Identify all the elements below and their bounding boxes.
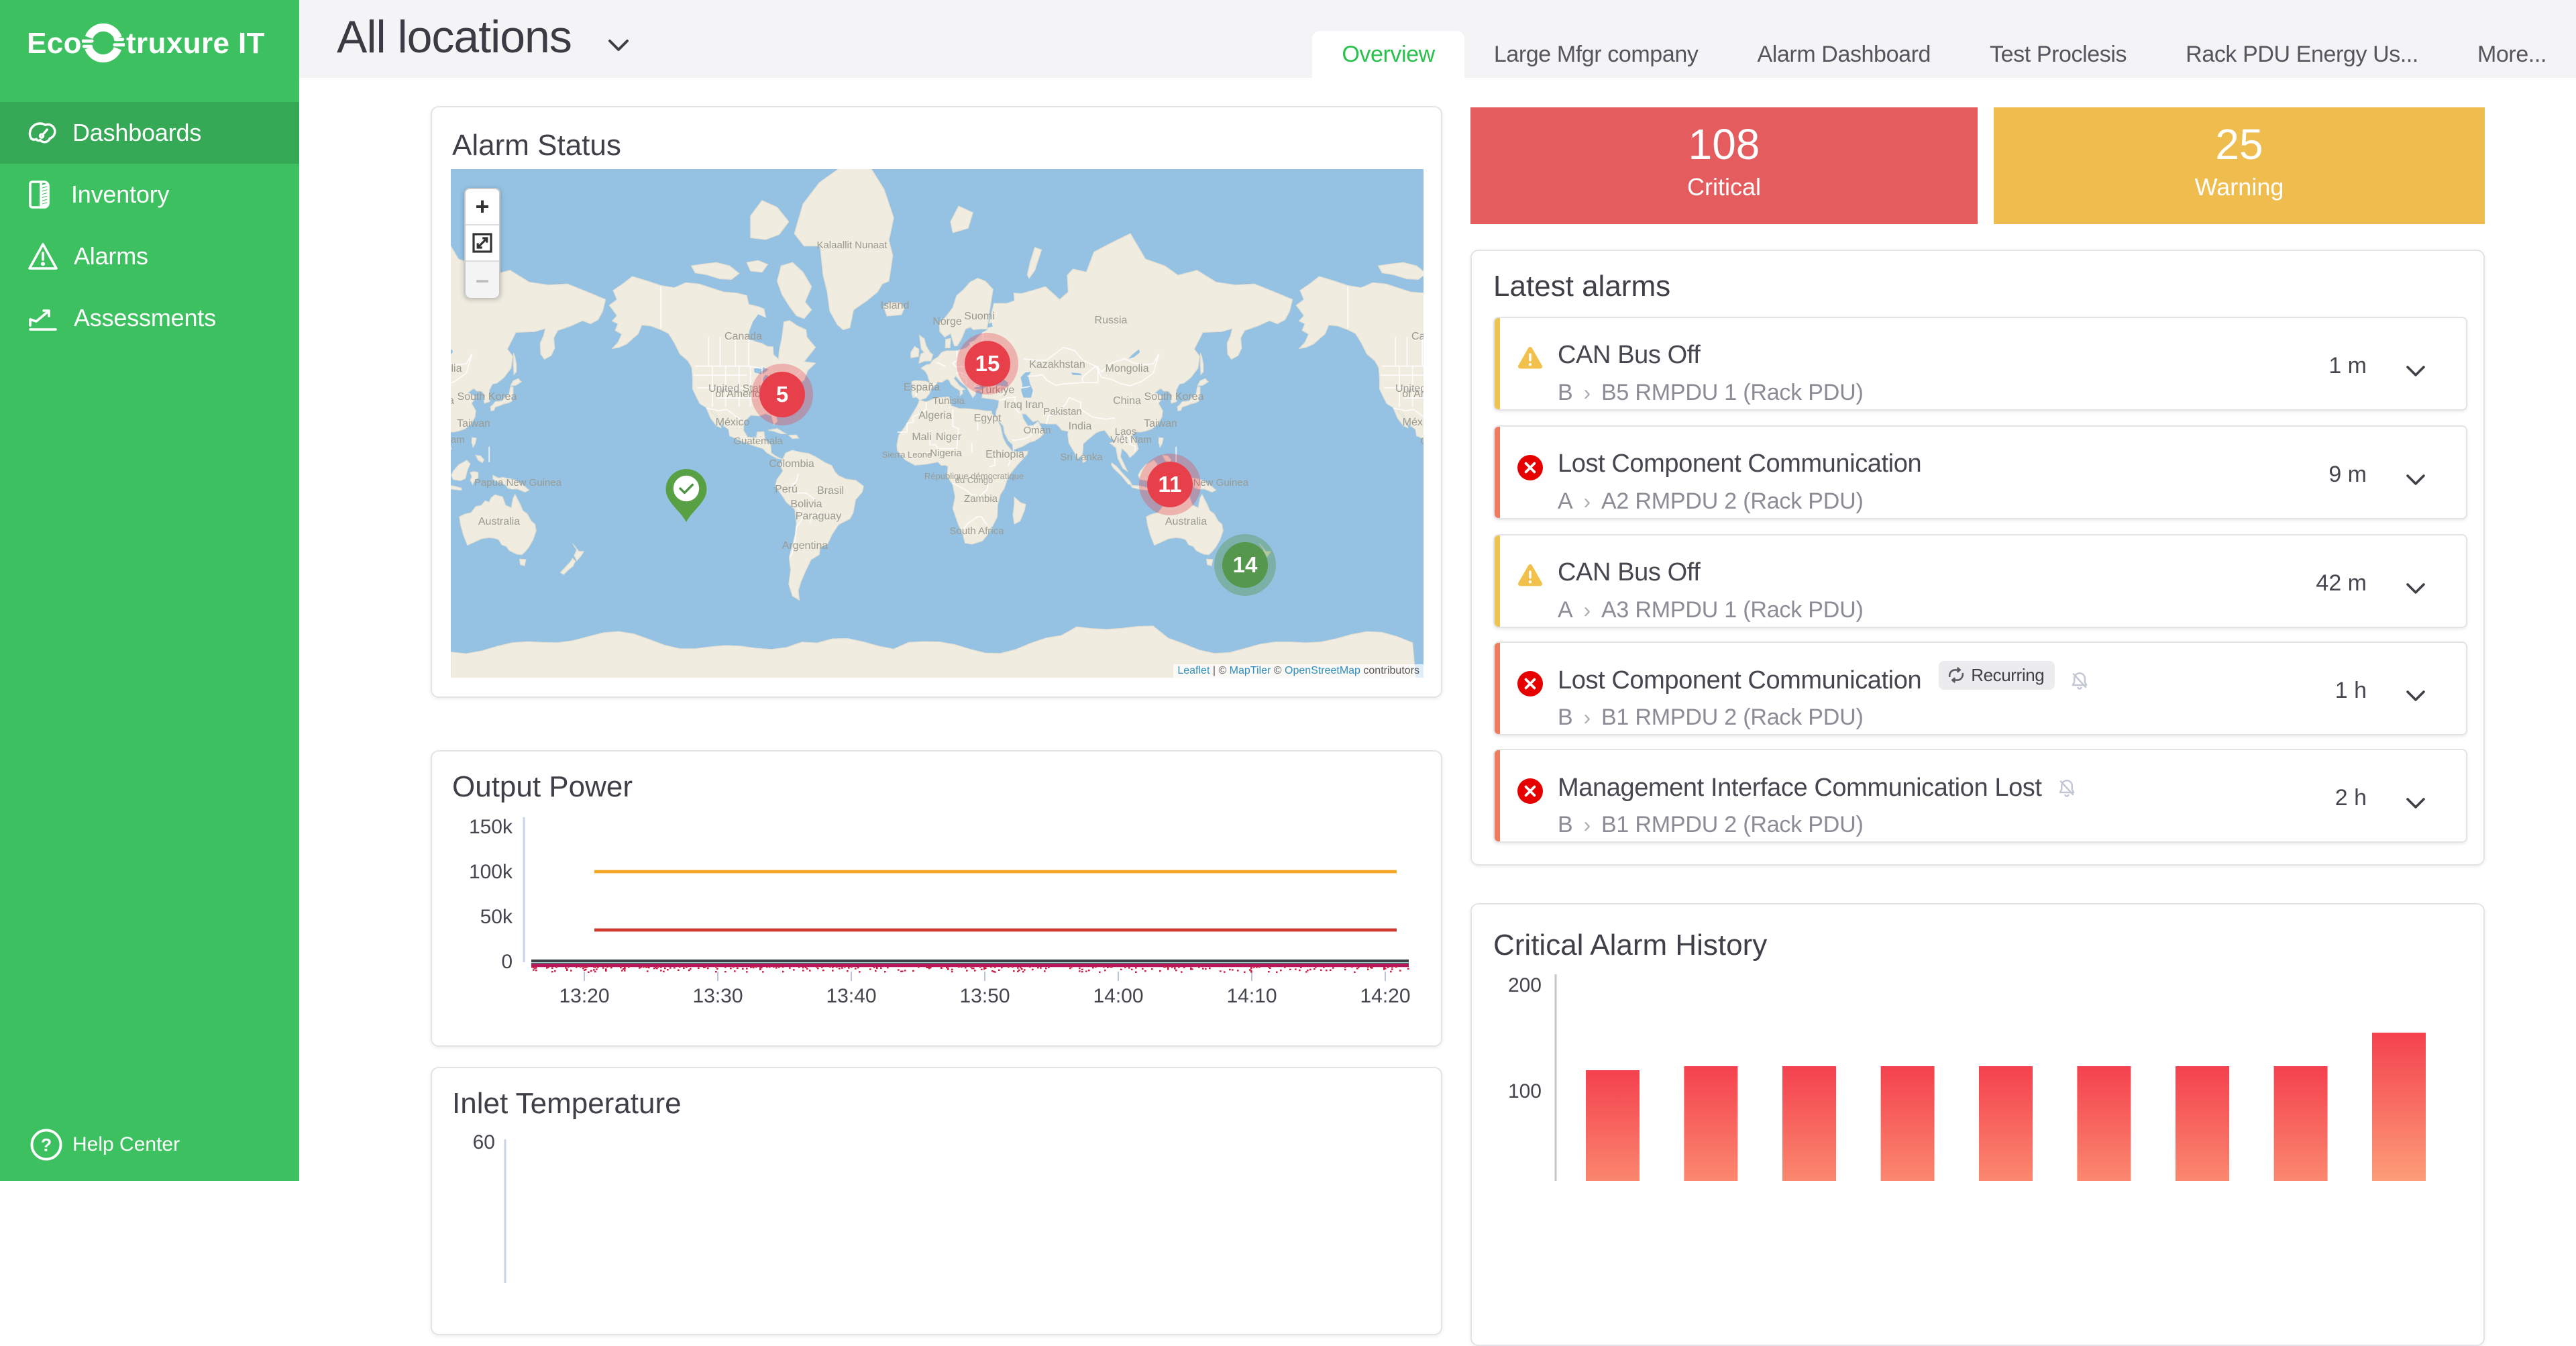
svg-text:South Africa: South Africa — [950, 525, 1005, 537]
svg-text:Pakistan: Pakistan — [1043, 406, 1082, 417]
svg-text:?: ? — [41, 1135, 52, 1155]
svg-text:Oman: Oman — [1024, 425, 1051, 436]
svg-text:150k: 150k — [469, 816, 513, 838]
svg-text:Mongolia: Mongolia — [451, 363, 462, 374]
svg-text:Russia: Russia — [1095, 315, 1128, 326]
svg-text:Norge: Norge — [932, 316, 962, 327]
svg-text:Brasil: Brasil — [817, 485, 844, 497]
svg-text:Nigeria: Nigeria — [930, 448, 962, 459]
svg-text:14:10: 14:10 — [1226, 985, 1277, 1007]
svg-text:Egypt: Egypt — [974, 413, 1002, 424]
svg-text:India: India — [1069, 421, 1092, 432]
svg-text:100k: 100k — [469, 861, 513, 883]
svg-text:Canada: Canada — [724, 331, 762, 342]
svg-text:Iran: Iran — [1025, 399, 1044, 411]
svg-text:Colombia: Colombia — [769, 458, 814, 470]
svg-text:China: China — [451, 395, 454, 407]
svg-text:Iraq: Iraq — [1004, 399, 1022, 411]
svg-text:60: 60 — [473, 1131, 495, 1153]
svg-text:Algeria: Algeria — [918, 410, 952, 421]
svg-text:Niger: Niger — [936, 431, 962, 443]
svg-text:Kazakhstan: Kazakhstan — [1029, 359, 1085, 370]
svg-text:Sierra Leone: Sierra Leone — [882, 450, 932, 460]
svg-text:España: España — [904, 382, 940, 393]
svg-text:México: México — [1403, 417, 1424, 428]
svg-text:South Korea: South Korea — [1144, 391, 1204, 403]
svg-text:Taiwan: Taiwan — [1144, 418, 1177, 429]
svg-text:du Congo: du Congo — [955, 475, 993, 485]
svg-text:Mali: Mali — [912, 431, 931, 443]
svg-text:14:20: 14:20 — [1360, 985, 1410, 1007]
svg-text:Bolivia: Bolivia — [790, 499, 822, 510]
svg-text:of America: of America — [1402, 389, 1424, 400]
svg-text:México: México — [716, 417, 750, 428]
svg-text:200: 200 — [1508, 974, 1542, 996]
svg-text:Việt Nam: Việt Nam — [1110, 434, 1151, 446]
svg-text:Guatemala: Guatemala — [733, 435, 783, 447]
svg-text:Tunisia: Tunisia — [932, 395, 965, 407]
svg-text:China: China — [1113, 395, 1141, 407]
svg-text:Papua New Guinea: Papua New Guinea — [474, 477, 562, 488]
svg-text:50k: 50k — [480, 906, 513, 928]
svg-text:Paraguay: Paraguay — [796, 511, 842, 522]
svg-text:Ethiopia: Ethiopia — [985, 449, 1024, 460]
svg-text:Kalaallit Nunaat: Kalaallit Nunaat — [816, 240, 888, 251]
svg-text:Canada: Canada — [1411, 331, 1424, 342]
svg-text:100: 100 — [1508, 1080, 1542, 1102]
svg-text:Australia: Australia — [478, 516, 520, 527]
svg-text:0: 0 — [501, 951, 513, 973]
svg-text:Taiwan: Taiwan — [457, 418, 490, 429]
svg-text:of America: of America — [715, 389, 766, 400]
svg-text:South Korea: South Korea — [458, 391, 517, 403]
svg-text:13:40: 13:40 — [826, 985, 876, 1007]
svg-text:Zambia: Zambia — [964, 493, 998, 505]
svg-text:Mongolia: Mongolia — [1106, 363, 1149, 374]
svg-text:Guatemala: Guatemala — [1420, 435, 1424, 447]
svg-text:13:30: 13:30 — [692, 985, 743, 1007]
svg-text:Australia: Australia — [1165, 516, 1207, 527]
svg-text:Island: Island — [881, 300, 910, 311]
svg-text:13:20: 13:20 — [559, 985, 609, 1007]
svg-text:Việt Nam: Việt Nam — [451, 434, 465, 446]
svg-text:Argentina: Argentina — [782, 540, 828, 552]
svg-text:Sri Lanka: Sri Lanka — [1060, 452, 1103, 463]
svg-text:Suomi: Suomi — [964, 311, 994, 322]
svg-text:13:50: 13:50 — [959, 985, 1010, 1007]
svg-text:14:00: 14:00 — [1093, 985, 1143, 1007]
svg-text:Perú: Perú — [775, 484, 798, 495]
